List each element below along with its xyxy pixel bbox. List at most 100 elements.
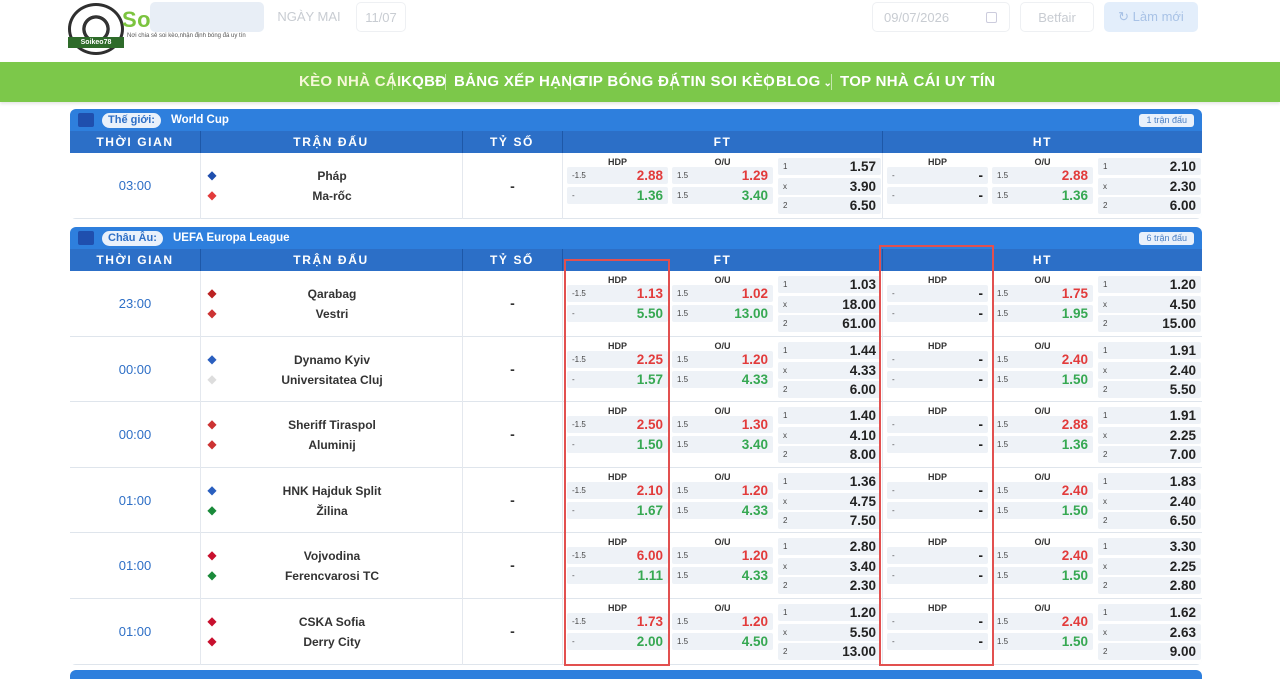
nav-tin-soi-keo[interactable]: TIN SOI KÈO [681,62,775,102]
ht-ou-odds-cell[interactable]: 1.5 2.88 [992,167,1093,184]
ht-x12-odds-cell[interactable]: 1 3.30 [1098,538,1201,556]
ht-ou-odds-cell[interactable]: 1.5 1.75 [992,285,1093,302]
ht-ou-odds-cell[interactable]: 1.5 2.40 [992,547,1093,565]
ht-ou-odds-cell[interactable]: 1.5 1.95 [992,305,1093,322]
league-header[interactable]: Thế giới: World Cup 1 trận đấu [70,109,1202,131]
home-team-name[interactable]: Sheriff Tiraspol [201,418,463,432]
nav-bang-xep-hang[interactable]: BẢNG XẾP HẠNG [454,62,584,102]
ft-x12-odds-cell[interactable]: x 3.40 [778,558,881,576]
ft-x12-odds-cell[interactable]: x 3.90 [778,178,881,195]
ht-x12-odds-cell[interactable]: x 2.40 [1098,492,1201,510]
ht-x12-odds-cell[interactable]: 1 2.10 [1098,158,1201,175]
tab-date[interactable]: 11/07 [356,2,406,32]
home-team-name[interactable]: CSKA Sofia [201,615,463,629]
ft-x12-odds-cell[interactable]: 2 8.00 [778,446,881,464]
ht-x12-odds-cell[interactable]: x 2.63 [1098,624,1201,641]
ft-x12-odds-cell[interactable]: x 5.50 [778,624,881,641]
ht-ou-odds-cell[interactable]: 1.5 1.50 [992,501,1093,519]
nav-kqbd[interactable]: KQBĐ [401,62,446,102]
ft-x12-odds-cell[interactable]: 1 1.57 [778,158,881,175]
ht-x12-odds-cell[interactable]: 1 1.91 [1098,407,1201,425]
ft-x12-odds-cell[interactable]: x 18.00 [778,296,881,313]
ft-x12-odds-cell[interactable]: 1 1.36 [778,472,881,490]
ft-ou-odds-cell[interactable]: 1.5 13.00 [672,305,773,322]
ht-ou-odds-cell[interactable]: 1.5 2.40 [992,350,1093,368]
match-teams[interactable]: ◆ ◆ HNK Hajduk Split Žilina [200,467,463,534]
tab-tomorrow[interactable]: NGÀY MAI [268,2,350,32]
ft-x12-odds-cell[interactable]: 1 1.44 [778,341,881,359]
nav-top-nha-cai[interactable]: TOP NHÀ CÁI UY TÍN [840,62,995,102]
away-team-name[interactable]: Derry City [201,635,463,649]
ft-ou-odds-cell[interactable]: 1.5 1.20 [672,481,773,499]
ht-x12-odds-cell[interactable]: 1 1.91 [1098,341,1201,359]
ft-ou-odds-cell[interactable]: 1.5 1.20 [672,547,773,565]
match-teams[interactable]: ◆ ◆ Qarabag Vestri [200,271,462,337]
away-team-name[interactable]: Vestri [201,307,463,321]
ft-x12-odds-cell[interactable]: x 4.75 [778,492,881,510]
ft-x12-odds-cell[interactable]: 2 7.50 [778,511,881,529]
ft-ou-odds-cell[interactable]: 1.5 4.50 [672,633,773,650]
league-header[interactable]: Châu Âu: UEFA Europa League 6 trận đấu [70,227,1202,249]
home-team-name[interactable]: Pháp [201,169,463,183]
away-team-name[interactable]: Ma-rốc [201,189,463,203]
ft-ou-odds-cell[interactable]: 1.5 4.33 [672,567,773,585]
match-teams[interactable]: ◆ ◆ Pháp Ma-rốc [200,153,462,219]
ht-x12-odds-cell[interactable]: 1 1.20 [1098,276,1201,293]
ft-ou-odds-cell[interactable]: 1.5 4.33 [672,501,773,519]
match-teams[interactable]: ◆ ◆ Dynamo Kyiv Universitatea Cluj [200,336,463,403]
ft-x12-odds-cell[interactable]: 2 6.50 [778,197,881,214]
home-team-name[interactable]: Dynamo Kyiv [201,353,463,367]
ft-x12-odds-cell[interactable]: 2 2.30 [778,577,881,595]
ht-ou-odds-cell[interactable]: 1.5 1.50 [992,567,1093,585]
ht-x12-odds-cell[interactable]: 1 1.62 [1098,604,1201,621]
ft-x12-odds-cell[interactable]: 1 1.40 [778,407,881,425]
ft-x12-odds-cell[interactable]: 2 6.00 [778,380,881,398]
nav-keo-nha-cai[interactable]: KÈO NHÀ CÁI [299,62,401,102]
home-team-name[interactable]: HNK Hajduk Split [201,484,463,498]
calendar-icon[interactable] [986,12,997,23]
ht-x12-odds-cell[interactable]: x 2.40 [1098,361,1201,379]
ht-x12-odds-cell[interactable]: x 2.25 [1098,427,1201,445]
home-team-name[interactable]: Vojvodina [201,549,463,563]
ft-ou-odds-cell[interactable]: 1.5 1.20 [672,350,773,368]
ht-x12-odds-cell[interactable]: 2 9.00 [1098,643,1201,660]
refresh-button[interactable]: ↻ Làm mới [1104,2,1198,32]
ft-ou-odds-cell[interactable]: 1.5 4.33 [672,370,773,388]
ht-ou-odds-cell[interactable]: 1.5 2.40 [992,481,1093,499]
ht-hdp-odds-cell[interactable]: -- [887,167,988,184]
ft-x12-odds-cell[interactable]: x 4.10 [778,427,881,445]
match-teams[interactable]: ◆ ◆ CSKA Sofia Derry City [200,599,462,665]
ht-ou-odds-cell[interactable]: 1.5 2.88 [992,416,1093,434]
ht-ou-odds-cell[interactable]: 1.5 1.36 [992,436,1093,454]
ft-x12-odds-cell[interactable]: 1 2.80 [778,538,881,556]
nav-tip-bong-da[interactable]: TIP BÓNG ĐÁ [579,62,680,102]
ht-x12-odds-cell[interactable]: 2 2.80 [1098,577,1201,595]
date-input[interactable]: 09/07/2026 [872,2,1010,32]
ht-x12-odds-cell[interactable]: x 4.50 [1098,296,1201,313]
ht-x12-odds-cell[interactable]: 1 1.83 [1098,472,1201,490]
ft-ou-odds-cell[interactable]: 1.5 1.30 [672,416,773,434]
ht-x12-odds-cell[interactable]: 2 6.00 [1098,197,1201,214]
ht-x12-odds-cell[interactable]: x 2.25 [1098,558,1201,576]
away-team-name[interactable]: Ferencvarosi TC [201,569,463,583]
ft-x12-odds-cell[interactable]: 1 1.03 [778,276,881,293]
ht-ou-odds-cell[interactable]: 1.5 2.40 [992,613,1093,630]
match-row[interactable]: 03:00 ◆ ◆ Pháp Ma-rốc - HDP O/U -1.5 2.88-1.36 1.5… [70,153,1202,219]
ft-ou-odds-cell[interactable]: 1.5 1.29 [672,167,773,184]
betfair-button[interactable]: Betfair [1020,2,1094,32]
match-teams[interactable]: ◆ ◆ Vojvodina Ferencvarosi TC [200,533,462,599]
ft-ou-odds-cell[interactable]: 1.5 1.02 [672,285,773,302]
ft-x12-odds-cell[interactable]: x 4.33 [778,361,881,379]
ft-ou-odds-cell[interactable]: 1.5 1.20 [672,613,773,630]
ht-x12-odds-cell[interactable]: 2 7.00 [1098,446,1201,464]
ft-ou-odds-cell[interactable]: 1.5 3.40 [672,187,773,204]
tab-today[interactable] [150,2,264,32]
ft-x12-odds-cell[interactable]: 2 61.00 [778,315,881,332]
ht-x12-odds-cell[interactable]: x 2.30 [1098,178,1201,195]
ft-hdp-odds-cell[interactable]: - 1.36 [567,187,668,204]
ht-x12-odds-cell[interactable]: 2 6.50 [1098,511,1201,529]
ht-ou-odds-cell[interactable]: 1.5 1.36 [992,187,1093,204]
away-team-name[interactable]: Universitatea Cluj [201,373,463,387]
away-team-name[interactable]: Aluminij [201,438,463,452]
ft-ou-odds-cell[interactable]: 1.5 3.40 [672,436,773,454]
